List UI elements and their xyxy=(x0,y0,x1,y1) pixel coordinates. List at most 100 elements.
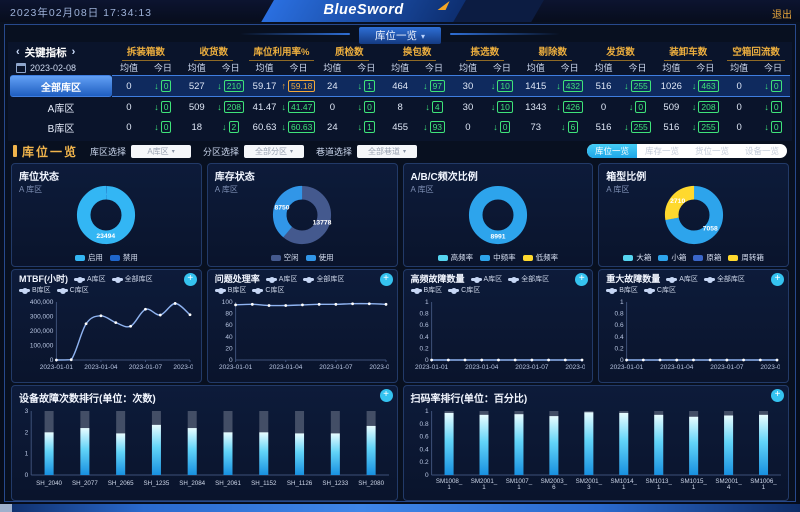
svg-text:60: 60 xyxy=(225,322,233,329)
line-panel: 高频故障数量A库区全部库区B库区C库区+00.20.40.60.812023-0… xyxy=(403,269,594,383)
legend-item[interactable]: 原箱 xyxy=(693,252,721,263)
svg-text:0.2: 0.2 xyxy=(419,345,428,352)
kpi-avg-value: 73 xyxy=(519,117,553,137)
kpi-avg-value: 509 xyxy=(180,97,214,117)
svg-text:4: 4 xyxy=(726,484,730,491)
legend-swatch xyxy=(438,255,448,261)
legend-item[interactable]: A库区 xyxy=(266,274,298,285)
legend-item[interactable]: C库区 xyxy=(644,285,676,296)
legend-item[interactable]: C库区 xyxy=(448,285,480,296)
expand-icon[interactable]: + xyxy=(575,273,588,286)
kpi-row-label[interactable]: B库区 xyxy=(10,117,112,137)
legend-item[interactable]: A库区 xyxy=(471,274,503,285)
next-arrow-icon[interactable]: › xyxy=(72,46,76,58)
kpi-row-label[interactable]: 全部库区 xyxy=(10,75,112,97)
legend-item[interactable]: 小箱 xyxy=(658,252,686,263)
legend-item[interactable]: 禁用 xyxy=(110,252,138,263)
svg-text:0.8: 0.8 xyxy=(419,311,428,318)
svg-text:100,000: 100,000 xyxy=(30,343,54,350)
kpi-today-value: ↓1 xyxy=(349,75,383,97)
svg-text:0.4: 0.4 xyxy=(419,334,428,341)
donut-chart: 9423494 xyxy=(75,184,137,246)
kpi-column-header: 发货数 xyxy=(587,44,655,60)
legend-item[interactable]: 全部库区 xyxy=(303,274,344,285)
svg-text:1: 1 xyxy=(620,299,624,306)
svg-text:2023-01-10: 2023-01-10 xyxy=(173,364,193,371)
legend-item[interactable]: 使用 xyxy=(306,252,334,263)
kpi-today-value: ↓97 xyxy=(417,75,451,97)
legend-item[interactable]: B库区 xyxy=(19,285,51,296)
expand-icon[interactable]: + xyxy=(380,389,393,402)
svg-text:2023-01-07: 2023-01-07 xyxy=(129,364,163,371)
kpi-today-value: ↓0 xyxy=(756,97,790,117)
segment-1[interactable]: 库存一览 xyxy=(637,144,687,158)
aisle-select[interactable]: 全部巷道▾ xyxy=(357,145,417,158)
legend-item[interactable]: 全部库区 xyxy=(112,274,153,285)
legend-item[interactable]: B库区 xyxy=(411,285,443,296)
expand-icon[interactable]: + xyxy=(380,273,393,286)
svg-text:0: 0 xyxy=(424,472,428,479)
kpi-avg-value: 0 xyxy=(112,75,146,97)
kpi-today-value: ↓255 xyxy=(688,117,722,137)
prev-arrow-icon[interactable]: ‹ xyxy=(16,46,20,58)
kpi-column-header: 拆装箱数 xyxy=(112,44,180,60)
segment-0[interactable]: 库位一览 xyxy=(587,144,637,158)
line-panel: MTBF(小时)A库区全部库区B库区C库区+0100,000200,000300… xyxy=(11,269,202,383)
legend-swatch xyxy=(306,255,316,261)
expand-icon[interactable]: + xyxy=(771,389,784,402)
view-segmented-control: 库位一览库存一览货位一览设备一览 xyxy=(587,144,787,158)
arrow-down-icon: ↓ xyxy=(358,102,363,112)
legend-item[interactable]: B库区 xyxy=(606,285,638,296)
svg-text:0.2: 0.2 xyxy=(419,459,428,466)
kpi-date-cell[interactable]: 2023-02-08 xyxy=(10,60,112,75)
kpi-subheader: 均值 xyxy=(180,60,214,75)
legend-item[interactable]: A库区 xyxy=(74,274,106,285)
segment-3[interactable]: 设备一览 xyxy=(737,144,787,158)
warehouse-select-label: 库区选择 xyxy=(90,145,126,158)
kpi-today-value: ↓60.63 xyxy=(282,117,316,137)
legend-item[interactable]: 全部库区 xyxy=(508,274,549,285)
legend-item[interactable]: 大箱 xyxy=(623,252,651,263)
svg-text:SH_2080: SH_2080 xyxy=(358,480,384,487)
line-chart: 0204060801002023-01-012023-01-042023-01-… xyxy=(215,296,389,372)
arrow-down-icon: ↓ xyxy=(764,102,769,112)
legend-marker-icon xyxy=(57,289,68,292)
legend-item[interactable]: 中频率 xyxy=(480,252,516,263)
legend-item[interactable]: B库区 xyxy=(215,285,247,296)
expand-icon[interactable]: + xyxy=(184,273,197,286)
arrow-down-icon: ↓ xyxy=(154,122,159,132)
legend-item[interactable]: A库区 xyxy=(666,274,698,285)
svg-text:SH_2040: SH_2040 xyxy=(36,480,62,487)
kpi-avg-value: 60.63 xyxy=(248,117,282,137)
kpi-today-value: ↓0 xyxy=(756,117,790,137)
kpi-avg-value: 516 xyxy=(587,117,621,137)
kpi-subheader: 今日 xyxy=(417,60,451,75)
segment-2[interactable]: 货位一览 xyxy=(687,144,737,158)
zone-select[interactable]: 全部分区▾ xyxy=(244,145,304,158)
kpi-row-label[interactable]: A库区 xyxy=(10,97,112,117)
svg-text:3: 3 xyxy=(587,484,591,491)
kpi-today-value: ↓255 xyxy=(621,75,655,97)
bottom-scrollbar[interactable] xyxy=(0,504,800,512)
bar-panel: 扫码率排行(单位：百分比)+00.20.40.60.81SM1008_1SM20… xyxy=(403,385,790,501)
legend-item[interactable]: C库区 xyxy=(57,285,89,296)
legend-item[interactable]: C库区 xyxy=(252,285,284,296)
legend-item[interactable]: 启用 xyxy=(75,252,103,263)
legend-item[interactable]: 周转箱 xyxy=(728,252,764,263)
expand-icon[interactable]: + xyxy=(771,273,784,286)
warehouse-select[interactable]: A库区▾ xyxy=(131,145,191,158)
legend-item[interactable]: 空闲 xyxy=(271,252,299,263)
logout-link[interactable]: 退出 xyxy=(772,6,792,21)
arrow-down-icon: ↓ xyxy=(624,122,629,132)
svg-text:1: 1 xyxy=(424,408,428,415)
legend-item[interactable]: 全部库区 xyxy=(704,274,745,285)
legend-item[interactable]: 高频率 xyxy=(438,252,474,263)
tab-location-overview[interactable]: 库位一览▾ xyxy=(359,27,441,44)
zone-select-label: 分区选择 xyxy=(203,145,239,158)
svg-text:13778: 13778 xyxy=(313,219,332,226)
tab-label: 库位一览 xyxy=(375,30,417,42)
kpi-today-value: ↓432 xyxy=(553,75,587,97)
kpi-today-value: ↓0 xyxy=(146,75,180,97)
legend-item[interactable]: 低频率 xyxy=(523,252,559,263)
svg-text:7058: 7058 xyxy=(702,226,717,233)
